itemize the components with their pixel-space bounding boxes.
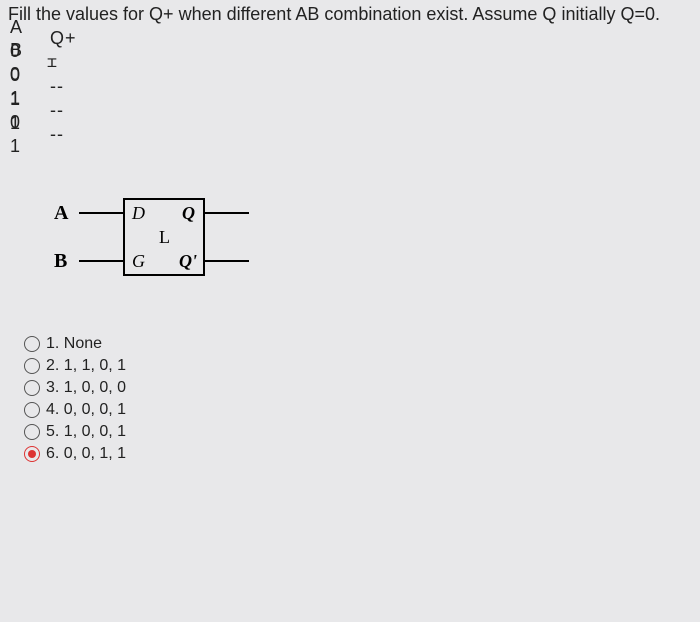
option-5[interactable]: 5. 1, 0, 0, 1 [24, 423, 700, 441]
radio-icon[interactable] [24, 424, 40, 440]
label-b: B [54, 250, 67, 272]
latch-diagram: A B D G L Q Q' [24, 191, 700, 291]
label-a: A [54, 202, 69, 224]
radio-icon[interactable] [24, 336, 40, 352]
option-num: 6. [46, 445, 59, 463]
option-text: 0, 0, 0, 1 [64, 401, 126, 419]
cell-q-1: -- [50, 75, 80, 98]
option-text: 1, 0, 0, 0 [64, 379, 126, 397]
text-cursor-icon[interactable]: ⌶ [47, 60, 83, 67]
option-3[interactable]: 3. 1, 0, 0, 0 [24, 379, 700, 397]
option-text: 0, 0, 1, 1 [64, 445, 126, 463]
radio-icon[interactable] [24, 402, 40, 418]
label-qbar: Q' [179, 251, 197, 271]
options-group: 1. None 2. 1, 1, 0, 1 3. 1, 0, 0, 0 4. 0… [24, 335, 700, 463]
label-q: Q [182, 203, 195, 223]
cell-ab-3: 1 1 [10, 112, 50, 159]
question-text: Fill the values for Q+ when different AB… [0, 0, 700, 27]
label-l: L [159, 227, 170, 247]
option-num: 3. [46, 379, 59, 397]
cell-q-2: -- [50, 99, 80, 122]
th-q: Q+ [50, 27, 80, 50]
option-num: 5. [46, 423, 59, 441]
radio-icon[interactable] [24, 358, 40, 374]
label-g: G [132, 251, 145, 271]
cell-q-3: -- [50, 123, 80, 146]
option-4[interactable]: 4. 0, 0, 0, 1 [24, 401, 700, 419]
radio-icon[interactable] [24, 380, 40, 396]
option-num: 4. [46, 401, 59, 419]
option-text: None [64, 335, 102, 353]
option-6[interactable]: 6. 0, 0, 1, 1 [24, 445, 700, 463]
option-num: 1. [46, 335, 59, 353]
label-d: D [131, 203, 145, 223]
truth-table: A B Q+ 0 0 ⌶ 0 1 -- 1 0 -- 1 1 -- [0, 27, 700, 147]
option-1[interactable]: 1. None [24, 335, 700, 353]
option-num: 2. [46, 357, 59, 375]
option-2[interactable]: 2. 1, 1, 0, 1 [24, 357, 700, 375]
radio-icon[interactable] [24, 446, 40, 462]
option-text: 1, 0, 0, 1 [64, 423, 126, 441]
option-text: 1, 1, 0, 1 [64, 357, 126, 375]
